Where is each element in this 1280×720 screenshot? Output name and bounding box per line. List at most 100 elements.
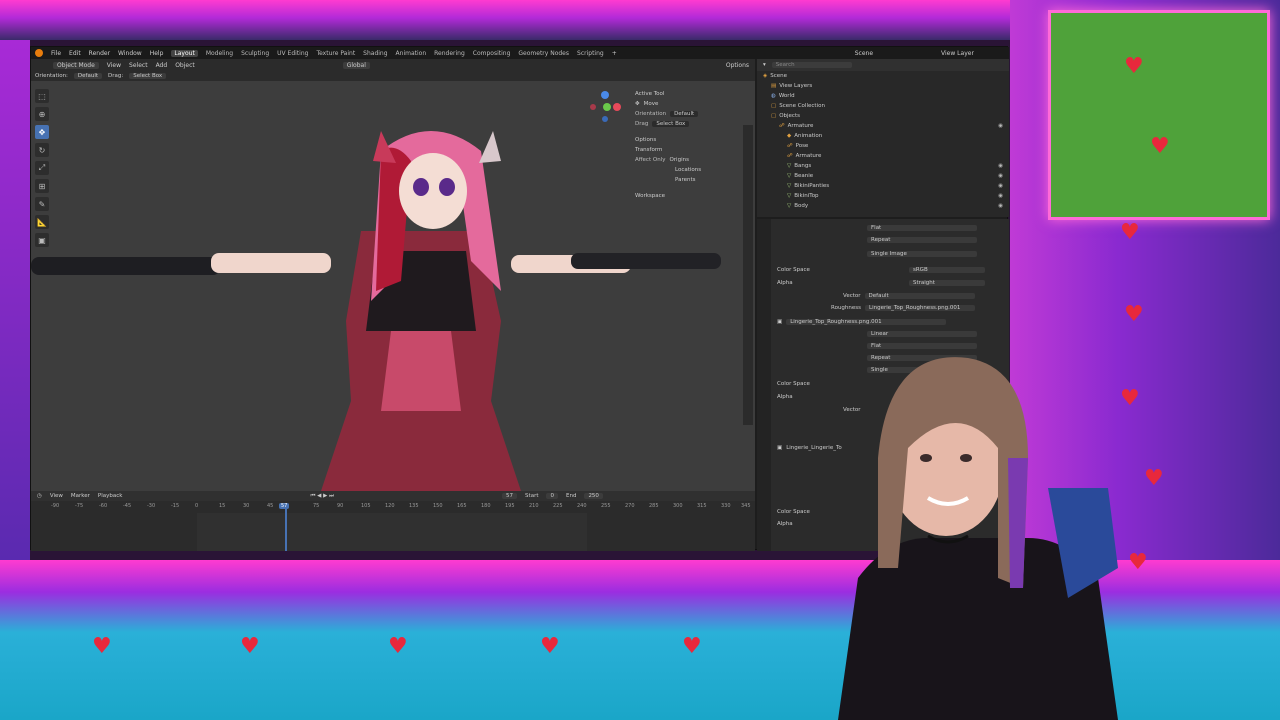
outliner-item[interactable]: ▢ Objects xyxy=(757,111,1009,121)
tab-texture-paint[interactable]: Texture Paint xyxy=(316,50,355,57)
menu-select[interactable]: Select xyxy=(129,62,148,69)
scene-selector[interactable]: Scene xyxy=(855,50,873,57)
outliner-item[interactable]: ▽ Body ◉ xyxy=(757,201,1009,211)
measure-tool-icon[interactable]: 📐 xyxy=(35,215,49,229)
options-section[interactable]: Options xyxy=(635,137,656,143)
menu-edit[interactable]: Edit xyxy=(69,50,81,57)
workspace-section[interactable]: Workspace xyxy=(635,193,665,199)
timeline-menu-marker[interactable]: Marker xyxy=(71,493,90,499)
transform-orientation-dropdown[interactable]: Global xyxy=(342,61,370,69)
visibility-eye-icon[interactable]: ◉ xyxy=(998,183,1003,189)
roughness-label: Roughness xyxy=(831,305,862,311)
visibility-eye-icon[interactable]: ◉ xyxy=(998,203,1003,209)
drag-dropdown[interactable]: Select Box xyxy=(129,73,167,79)
add-cube-tool-icon[interactable]: ▣ xyxy=(35,233,49,247)
outliner-item[interactable]: ▢ Scene Collection xyxy=(757,101,1009,111)
orientation-dropdown[interactable]: Default xyxy=(73,73,103,79)
tick-label: -90 xyxy=(51,503,60,509)
visibility-eye-icon[interactable]: ◉ xyxy=(998,123,1003,129)
tab-geometry-nodes[interactable]: Geometry Nodes xyxy=(518,50,569,57)
select-tool-icon[interactable]: ⬚ xyxy=(35,89,49,103)
tab-layout[interactable]: Layout xyxy=(171,49,198,57)
menu-render[interactable]: Render xyxy=(89,50,110,57)
tick-label: 285 xyxy=(649,503,659,509)
projection-field[interactable]: Flat xyxy=(867,225,977,231)
vector-field[interactable]: Default xyxy=(864,293,975,299)
tab-shading[interactable]: Shading xyxy=(363,50,387,57)
outliner-item[interactable]: ◈ Scene xyxy=(757,71,1009,81)
roughness-field[interactable]: Lingerie_Top_Roughness.png.001 xyxy=(865,305,976,311)
tick-label: 75 xyxy=(313,503,320,509)
3d-viewport[interactable]: ⬚ ⊕ ✥ ↻ ⤢ ⊞ ✎ 📐 ▣ Active Tool ✥ Move Orie… xyxy=(31,81,755,491)
orientation-field[interactable]: Default xyxy=(670,111,699,117)
tab-animation[interactable]: Animation xyxy=(396,50,427,57)
tab-uv-editing[interactable]: UV Editing xyxy=(277,50,308,57)
options-dropdown[interactable]: Options xyxy=(726,62,749,69)
tab-compositing[interactable]: Compositing xyxy=(473,50,511,57)
menu-add[interactable]: Add xyxy=(156,62,168,69)
clock-icon[interactable]: ◷ xyxy=(37,493,42,499)
rotate-tool-icon[interactable]: ↻ xyxy=(35,143,49,157)
visibility-eye-icon[interactable]: ◉ xyxy=(998,163,1003,169)
cursor-tool-icon[interactable]: ⊕ xyxy=(35,107,49,121)
outliner-item[interactable]: ◍ World xyxy=(757,91,1009,101)
outliner-item[interactable]: ▽ BikiniPanties ◉ xyxy=(757,181,1009,191)
outliner-item-label: Animation xyxy=(794,133,823,139)
outliner-item[interactable]: ▤ View Layers xyxy=(757,81,1009,91)
outliner-item[interactable]: ☍ Armature xyxy=(757,151,1009,161)
end-frame-field[interactable]: 250 xyxy=(584,493,603,499)
origins-checkbox[interactable]: Origins xyxy=(669,157,689,163)
outliner-item[interactable]: ◆ Animation xyxy=(757,131,1009,141)
color-space-field[interactable]: sRGB xyxy=(909,267,985,273)
interpolation-field[interactable]: Linear xyxy=(867,331,977,337)
outliner-item[interactable]: ▽ Bangs ◉ xyxy=(757,161,1009,171)
playback-controls[interactable]: ⏮ ◀ ▶ ⏭ xyxy=(310,493,334,500)
menu-help[interactable]: Help xyxy=(150,50,164,57)
parents-checkbox[interactable]: Parents xyxy=(675,177,695,183)
navigation-gizmo-icon[interactable] xyxy=(587,89,623,125)
scale-tool-icon[interactable]: ⤢ xyxy=(35,161,49,175)
move-tool-icon[interactable]: ✥ xyxy=(35,125,49,139)
annotate-tool-icon[interactable]: ✎ xyxy=(35,197,49,211)
outliner-item[interactable]: ▽ BikiniTop ◉ xyxy=(757,191,1009,201)
outliner-search-input[interactable]: Search xyxy=(771,62,852,68)
view-layer-selector[interactable]: View Layer xyxy=(941,50,974,57)
current-frame-field[interactable]: 57 xyxy=(502,493,518,499)
drag-field[interactable]: Select Box xyxy=(652,121,690,127)
tab-rendering[interactable]: Rendering xyxy=(434,50,465,57)
playhead[interactable] xyxy=(285,503,287,551)
menu-window[interactable]: Window xyxy=(118,50,142,57)
source-field[interactable]: Single Image xyxy=(867,251,977,257)
visibility-eye-icon[interactable]: ◉ xyxy=(998,173,1003,179)
transform-tool-icon[interactable]: ⊞ xyxy=(35,179,49,193)
blender-logo-icon[interactable] xyxy=(35,49,43,57)
timeline-menu-view[interactable]: View xyxy=(50,493,63,499)
outliner-item[interactable]: ▽ Beanie ◉ xyxy=(757,171,1009,181)
timeline-menu-playback[interactable]: Playback xyxy=(98,493,123,499)
world-icon: ◍ xyxy=(771,93,776,99)
tab-sculpting[interactable]: Sculpting xyxy=(241,50,269,57)
outliner-item-label: Beanie xyxy=(794,173,814,179)
visibility-eye-icon[interactable]: ◉ xyxy=(998,193,1003,199)
tab-modeling[interactable]: Modeling xyxy=(206,50,233,57)
mode-dropdown[interactable]: Object Mode xyxy=(53,61,99,69)
image-name-field[interactable]: Lingerie_Top_Roughness.png.001 xyxy=(786,319,947,325)
active-tool-header[interactable]: Active Tool xyxy=(635,91,664,97)
start-frame-field[interactable]: 0 xyxy=(546,493,558,499)
outliner-item[interactable]: ☍ Armature ◉ xyxy=(757,121,1009,131)
properties-tabs[interactable] xyxy=(757,219,771,551)
extension-field[interactable]: Repeat xyxy=(867,237,977,243)
heart-icon: ♥ xyxy=(1150,134,1170,159)
timeline-ruler[interactable]: -90 -75 -60 -45 -30 -15 0 15 30 45 75 90… xyxy=(31,501,755,513)
add-workspace-icon[interactable]: + xyxy=(612,50,617,57)
locations-checkbox[interactable]: Locations xyxy=(675,167,701,173)
tab-scripting[interactable]: Scripting xyxy=(577,50,604,57)
n-panel-tabs[interactable] xyxy=(743,125,753,425)
transform-section[interactable]: Transform xyxy=(635,147,662,153)
menu-object[interactable]: Object xyxy=(175,62,195,69)
filter-icon[interactable]: ▾ xyxy=(763,62,766,68)
menu-view[interactable]: View xyxy=(107,62,121,69)
outliner-item[interactable]: ☍ Pose xyxy=(757,141,1009,151)
alpha-field[interactable]: Straight xyxy=(909,280,985,286)
menu-file[interactable]: File xyxy=(51,50,61,57)
